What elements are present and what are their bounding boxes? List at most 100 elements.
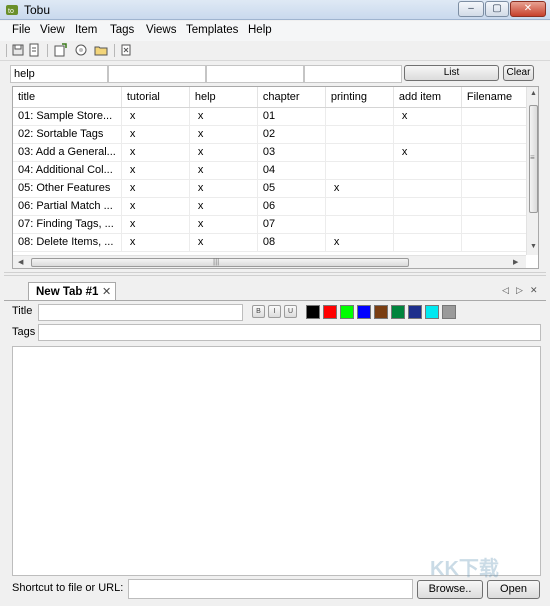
- filter-field-4[interactable]: [304, 65, 402, 83]
- cell-chapter: 05: [257, 179, 326, 198]
- scroll-down-arrow-icon[interactable]: ▼: [530, 243, 537, 250]
- cell-chapter: 01: [257, 107, 326, 126]
- scroll-left-arrow-icon[interactable]: ◀: [18, 258, 23, 266]
- tab-scroll-right-icon[interactable]: ▷: [516, 285, 523, 296]
- color-swatch-dark-green[interactable]: [391, 305, 405, 319]
- scroll-right-arrow-icon[interactable]: ▶: [513, 258, 518, 266]
- underline-button[interactable]: U: [284, 305, 297, 318]
- minimize-button[interactable]: –: [458, 1, 484, 17]
- scroll-up-arrow-icon[interactable]: ▲: [530, 90, 537, 97]
- table-row[interactable]: 02: Sortable Tags x x 02: [13, 125, 530, 144]
- menu-bar: File View Item Tags Views Templates Help: [0, 21, 550, 41]
- toolbar-separator: [6, 44, 7, 57]
- color-swatch-gray[interactable]: [442, 305, 456, 319]
- cell-chapter: 08: [257, 233, 326, 252]
- column-header-help[interactable]: help: [189, 87, 258, 108]
- table-row[interactable]: 03: Add a General... x x 03 x: [13, 143, 530, 162]
- cell-add-item: [393, 197, 462, 216]
- cell-chapter: 07: [257, 215, 326, 234]
- tab-scroll-left-icon[interactable]: ◁: [502, 285, 509, 296]
- scroll-grip-icon: |||: [213, 257, 220, 266]
- folder-icon[interactable]: [94, 43, 108, 57]
- cell-add-item: [393, 179, 462, 198]
- column-header-chapter[interactable]: chapter: [257, 87, 326, 108]
- tab-close-all-icon[interactable]: ✕: [530, 285, 538, 296]
- menu-help[interactable]: Help: [248, 24, 272, 36]
- cell-help: x: [189, 179, 258, 198]
- tab-close-icon[interactable]: ✕: [102, 285, 111, 298]
- cell-title: 08: Delete Items, ...: [13, 233, 122, 252]
- shortcut-label: Shortcut to file or URL:: [12, 582, 124, 594]
- menu-item[interactable]: Item: [75, 24, 97, 36]
- cell-tutorial: x: [121, 179, 190, 198]
- cell-printing: [325, 215, 394, 234]
- menu-templates[interactable]: Templates: [186, 24, 238, 36]
- tab-new-tab-1[interactable]: New Tab #1 ✕: [28, 282, 116, 301]
- color-swatch-red[interactable]: [323, 305, 337, 319]
- title-bar: to Tobu – ▢ ✕: [0, 0, 550, 20]
- color-swatch-green[interactable]: [340, 305, 354, 319]
- cell-tutorial: x: [121, 125, 190, 144]
- filter-field-1[interactable]: help: [10, 65, 108, 83]
- new-item-icon[interactable]: [53, 43, 67, 57]
- cell-title: 05: Other Features: [13, 179, 122, 198]
- filter-field-3[interactable]: [206, 65, 304, 83]
- delete-icon[interactable]: [119, 43, 133, 57]
- color-swatch-brown[interactable]: [374, 305, 388, 319]
- column-header-tutorial[interactable]: tutorial: [121, 87, 190, 108]
- column-header-printing[interactable]: printing: [325, 87, 394, 108]
- color-swatch-navy[interactable]: [408, 305, 422, 319]
- maximize-button[interactable]: ▢: [485, 1, 509, 17]
- table-row[interactable]: 05: Other Features x x 05 x: [13, 179, 530, 198]
- copy-icon[interactable]: [74, 43, 88, 57]
- cell-help: x: [189, 197, 258, 216]
- list-button[interactable]: List: [404, 65, 499, 81]
- scroll-grip-icon: ≡: [530, 153, 535, 162]
- cell-printing: [325, 197, 394, 216]
- cell-add-item: [393, 161, 462, 180]
- menu-file[interactable]: File: [12, 24, 31, 36]
- filter-row: help List Clear: [0, 63, 550, 85]
- bold-button[interactable]: B: [252, 305, 265, 318]
- menu-views[interactable]: Views: [146, 24, 176, 36]
- color-swatch-black[interactable]: [306, 305, 320, 319]
- column-header-add-item[interactable]: add item: [393, 87, 462, 108]
- title-input[interactable]: [38, 304, 243, 321]
- title-label: Title: [12, 305, 33, 317]
- cell-add-item: [393, 233, 462, 252]
- menu-tags[interactable]: Tags: [110, 24, 134, 36]
- table-row[interactable]: 06: Partial Match ... x x 06: [13, 197, 530, 216]
- watermark-text: KK下载: [430, 558, 499, 580]
- cell-add-item: x: [393, 143, 462, 162]
- cell-filename: [461, 197, 530, 216]
- cell-tutorial: x: [121, 107, 190, 126]
- shortcut-url-input[interactable]: [128, 579, 413, 599]
- column-header-filename[interactable]: Filename: [461, 87, 530, 108]
- italic-button[interactable]: I: [268, 305, 281, 318]
- color-swatch-cyan[interactable]: [425, 305, 439, 319]
- pane-splitter[interactable]: [4, 272, 546, 276]
- color-swatch-blue[interactable]: [357, 305, 371, 319]
- filter-field-2[interactable]: [108, 65, 206, 83]
- item-body-editor[interactable]: [12, 346, 541, 576]
- cell-tutorial: x: [121, 161, 190, 180]
- open-icon[interactable]: [27, 43, 41, 57]
- tags-input[interactable]: [38, 324, 541, 341]
- clear-button[interactable]: Clear: [503, 65, 534, 81]
- toolbar-separator: [47, 44, 48, 57]
- menu-view[interactable]: View: [40, 24, 65, 36]
- table-row[interactable]: 04: Additional Col... x x 04: [13, 161, 530, 180]
- table-row[interactable]: 08: Delete Items, ... x x 08 x: [13, 233, 530, 252]
- column-header-title[interactable]: title: [13, 87, 122, 108]
- horizontal-scroll-thumb[interactable]: [31, 258, 409, 267]
- save-icon[interactable]: [11, 43, 25, 57]
- table-header-row: title tutorial help chapter printing add…: [13, 87, 530, 108]
- table-row[interactable]: 07: Finding Tags, ... x x 07: [13, 215, 530, 234]
- cell-title: 04: Additional Col...: [13, 161, 122, 180]
- horizontal-scrollbar[interactable]: ◀ ||| ▶: [13, 255, 526, 268]
- tab-label: New Tab #1: [36, 286, 99, 298]
- table-row[interactable]: 01: Sample Store... x x 01 x: [13, 107, 530, 126]
- toolbar: [0, 41, 550, 61]
- vertical-scrollbar[interactable]: ▲ ≡ ▼: [526, 87, 538, 255]
- close-window-button[interactable]: ✕: [510, 1, 546, 17]
